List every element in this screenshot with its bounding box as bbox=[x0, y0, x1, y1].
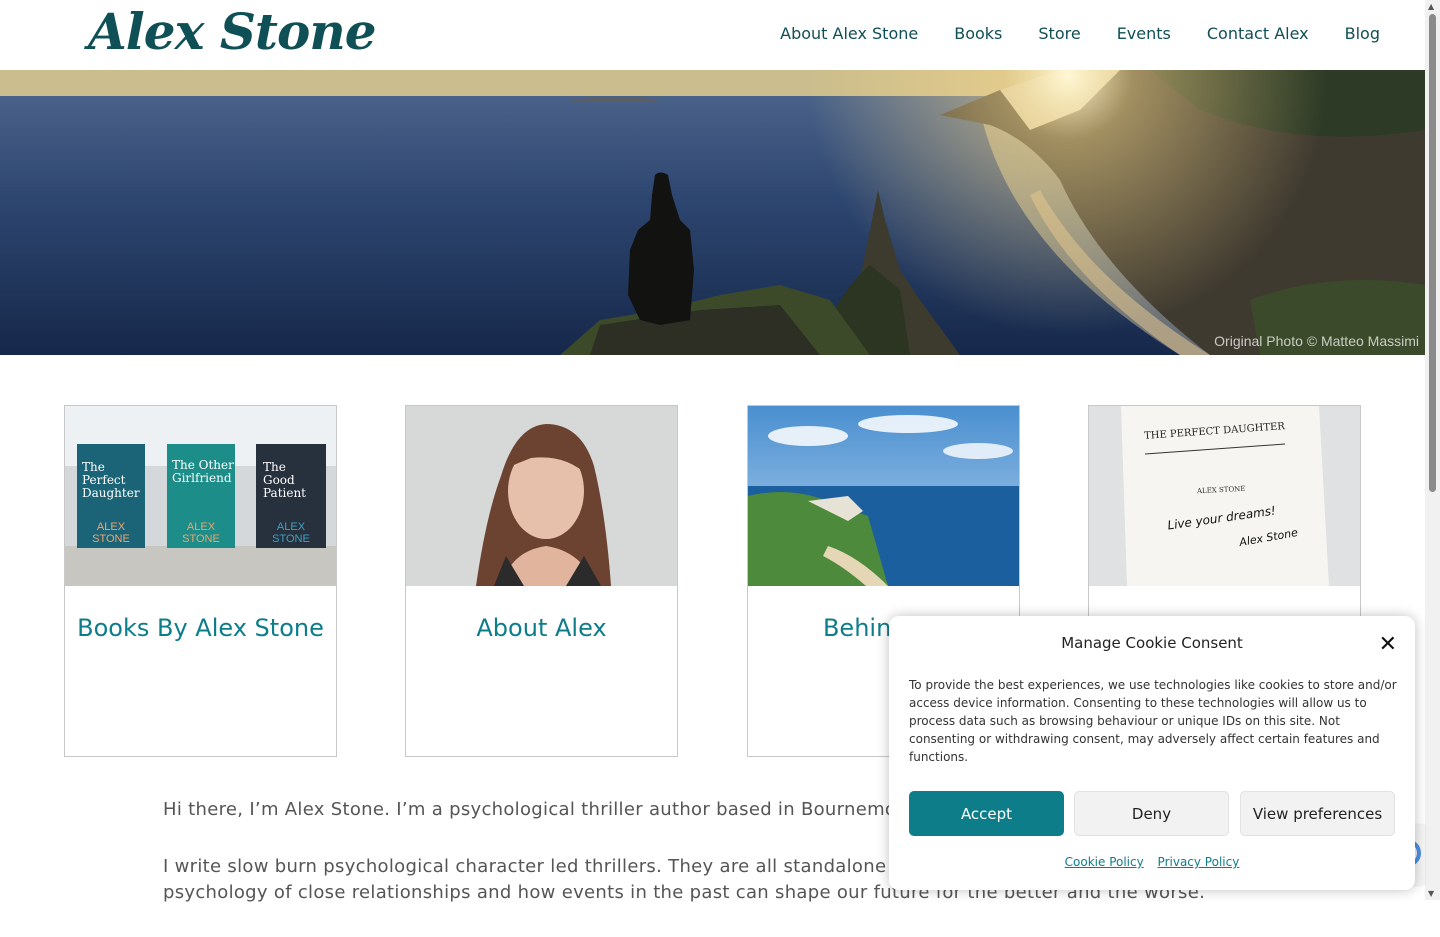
author-photo bbox=[406, 406, 677, 586]
close-icon[interactable]: ✕ bbox=[1379, 632, 1397, 657]
author-portrait-image bbox=[406, 406, 677, 586]
coastline-image bbox=[748, 406, 1019, 586]
cookie-dialog-title: Manage Cookie Consent bbox=[1061, 634, 1243, 652]
book-title: The Good Patient bbox=[263, 460, 307, 500]
page-scrollbar[interactable]: ▲ ▼ bbox=[1425, 0, 1440, 900]
nav-contact-alex[interactable]: Contact Alex bbox=[1207, 24, 1309, 43]
deny-button[interactable]: Deny bbox=[1074, 791, 1229, 836]
book-author: ALEX STONE bbox=[92, 521, 130, 545]
privacy-policy-link[interactable]: Privacy Policy bbox=[1158, 855, 1240, 869]
book-title: The Perfect Daughter bbox=[82, 460, 140, 500]
main-nav: About Alex Stone Books Store Events Cont… bbox=[780, 24, 1380, 43]
book-cover-good-patient[interactable]: The Good Patient ALEX STONE bbox=[256, 443, 326, 547]
scroll-thumb[interactable] bbox=[1429, 14, 1436, 492]
book-cover-perfect-daughter[interactable]: The Perfect Daughter ALEX STONE bbox=[77, 443, 145, 547]
nav-events[interactable]: Events bbox=[1117, 24, 1171, 43]
view-preferences-button[interactable]: View preferences bbox=[1240, 791, 1395, 836]
nav-store[interactable]: Store bbox=[1038, 24, 1080, 43]
nav-books[interactable]: Books bbox=[954, 24, 1002, 43]
book-cover-other-girlfriend[interactable]: The Other Girlfriend ALEX STONE bbox=[167, 443, 235, 547]
signed-book-card-image: THE PERFECT DAUGHTER ALEX STONE Live you… bbox=[1089, 406, 1360, 586]
accept-button[interactable]: Accept bbox=[909, 791, 1064, 836]
photo-credit: Original Photo © Matteo Massimi bbox=[1214, 333, 1419, 349]
intro-paragraph-2-line-1: I write slow burn psychological characte… bbox=[163, 856, 921, 877]
site-logo[interactable]: Alex Stone bbox=[88, 2, 377, 61]
cookie-consent-dialog: Manage Cookie Consent ✕ To provide the b… bbox=[889, 616, 1415, 890]
book-title: The Other Girlfriend bbox=[172, 458, 234, 485]
book-author: ALEX STONE bbox=[272, 521, 310, 545]
cookie-dialog-text: To provide the best experiences, we use … bbox=[909, 678, 1397, 764]
card-title-books[interactable]: Books By Alex Stone bbox=[65, 614, 336, 642]
scroll-down-arrow-icon[interactable]: ▼ bbox=[1428, 889, 1434, 898]
card-title-about[interactable]: About Alex bbox=[406, 614, 677, 642]
book-author: ALEX STONE bbox=[182, 521, 220, 545]
hero-image bbox=[0, 70, 1425, 355]
site-header: Alex Stone About Alex Stone Books Store … bbox=[0, 0, 1425, 70]
scroll-up-arrow-icon[interactable]: ▲ bbox=[1428, 2, 1434, 11]
coast-card-image bbox=[748, 406, 1019, 586]
cookie-policy-link[interactable]: Cookie Policy bbox=[1065, 855, 1144, 869]
hero-banner: Original Photo © Matteo Massimi bbox=[0, 70, 1425, 355]
nav-about-alex-stone[interactable]: About Alex Stone bbox=[780, 24, 918, 43]
nav-blog[interactable]: Blog bbox=[1345, 24, 1380, 43]
card-about[interactable]: About Alex bbox=[405, 405, 678, 757]
cookie-policy-links: Cookie Policy Privacy Policy bbox=[889, 855, 1415, 869]
